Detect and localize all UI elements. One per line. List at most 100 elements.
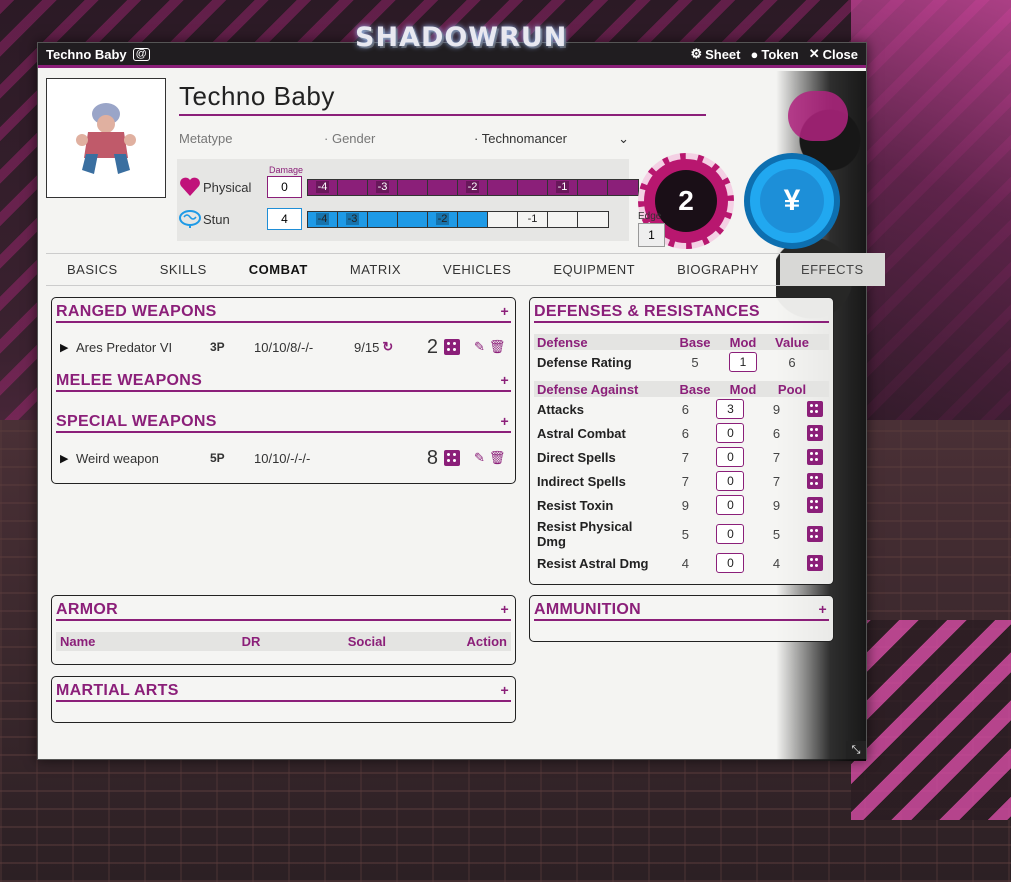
add-ammunition-button[interactable]: + (819, 601, 829, 619)
dice-icon[interactable] (444, 339, 460, 355)
expand-arrow-icon[interactable]: ▶ (60, 341, 76, 354)
stun-box[interactable] (548, 211, 578, 227)
physical-box-label: -2 (465, 181, 480, 193)
physical-box[interactable] (578, 179, 608, 195)
physical-box[interactable] (608, 179, 638, 195)
add-special-button[interactable]: + (501, 413, 511, 431)
reload-icon[interactable]: ↻ (382, 339, 393, 355)
physical-box[interactable] (518, 179, 548, 195)
dice-icon[interactable] (806, 473, 823, 489)
dice-icon[interactable] (806, 425, 823, 441)
gender-field[interactable]: · Gender (324, 131, 474, 147)
defense-mod-input[interactable]: 0 (716, 495, 745, 515)
tab-vehicles[interactable]: VEHICLES (422, 253, 532, 286)
metatype-field[interactable]: Metatype (179, 131, 324, 147)
stun-box[interactable]: -4 (308, 211, 338, 227)
dice-icon[interactable] (444, 450, 460, 466)
col-pool: Pool (777, 381, 807, 397)
trash-icon[interactable]: 🗑 (489, 339, 506, 355)
physical-box[interactable] (398, 179, 428, 195)
physical-row: Physical 0 -4 -3 -2 -1 (177, 176, 639, 198)
tab-effects[interactable]: EFFECTS (779, 253, 885, 286)
dice-icon[interactable] (806, 449, 823, 465)
physical-box-label: -1 (555, 181, 570, 193)
defense-pool: 7 (772, 449, 781, 465)
tab-combat[interactable]: COMBAT (228, 253, 329, 286)
type-select[interactable]: · Technomancer ⌄ (474, 131, 629, 147)
physical-box[interactable] (338, 179, 368, 195)
yen-icon: ¥ (760, 169, 824, 233)
stun-box[interactable]: -1 (518, 211, 548, 227)
trash-icon[interactable]: 🗑 (489, 450, 506, 466)
add-ranged-button[interactable]: + (501, 303, 511, 321)
portrait-image (76, 103, 136, 174)
dice-icon[interactable] (806, 526, 823, 542)
stun-box[interactable]: -2 (428, 211, 458, 227)
close-button[interactable]: ✕ Close (809, 46, 858, 62)
weapon-dv: 5P (210, 451, 225, 465)
nuyen-coin[interactable]: ¥ (744, 153, 840, 249)
physical-box[interactable]: -4 (308, 179, 338, 195)
gear-icon: ⚙ (690, 46, 703, 61)
stun-damage-input[interactable]: 4 (267, 208, 302, 230)
tab-matrix[interactable]: MATRIX (329, 253, 422, 286)
defense-base: 4 (681, 555, 689, 571)
defense-name: Indirect Spells (537, 473, 626, 489)
physical-box[interactable]: -2 (458, 179, 488, 195)
token-button[interactable]: ● Token (751, 47, 799, 62)
stun-box[interactable] (368, 211, 398, 227)
stun-track[interactable]: -4 -3 -2 -1 (307, 210, 609, 228)
physical-box[interactable] (488, 179, 518, 195)
special-weapons-title: SPECIAL WEAPONS (56, 413, 217, 430)
edge-label: Edge (638, 211, 662, 222)
edge-max-input[interactable]: 1 (638, 223, 665, 247)
stun-box[interactable] (398, 211, 428, 227)
resize-handle-icon[interactable]: ⤡ (846, 741, 866, 759)
stun-box[interactable] (458, 211, 488, 227)
dice-icon[interactable] (806, 401, 823, 417)
physical-box[interactable]: -1 (548, 179, 578, 195)
defense-mod-input[interactable]: 0 (716, 553, 745, 573)
tab-equipment[interactable]: EQUIPMENT (532, 253, 656, 286)
dice-icon[interactable] (806, 555, 823, 571)
at-icon: @ (132, 47, 150, 61)
tab-skills[interactable]: SKILLS (139, 253, 228, 286)
defense-mod-input[interactable]: 0 (716, 524, 745, 544)
ammunition-header: AMMUNITION + (534, 599, 829, 621)
defense-row: Resist Physical Dmg 5 0 5 (534, 519, 829, 549)
tab-biography[interactable]: BIOGRAPHY (656, 253, 780, 286)
melee-weapons-title: MELEE WEAPONS (56, 372, 203, 389)
defense-rating-mod-input[interactable]: 1 (729, 352, 757, 372)
weapon-row[interactable]: ▶ Weird weapon 5P 10/10/-/-/- 8 ✎ 🗑 (60, 446, 507, 470)
character-portrait[interactable] (46, 78, 166, 198)
defense-base: 6 (681, 401, 689, 417)
defense-base: 5 (681, 526, 689, 542)
defense-mod-input[interactable]: 0 (716, 471, 745, 491)
character-name[interactable]: Techno Baby (179, 81, 706, 116)
martial-arts-header: MARTIAL ARTS + (56, 680, 511, 702)
physical-track[interactable]: -4 -3 -2 -1 (307, 178, 639, 196)
edit-icon[interactable]: ✎ (474, 339, 485, 355)
add-armor-button[interactable]: + (501, 601, 511, 619)
stun-box-label: -3 (345, 213, 360, 225)
weapon-row[interactable]: ▶ Ares Predator VI 3P 10/10/8/-/- 9/15 ↻ … (60, 335, 507, 359)
col-action: Action (466, 634, 507, 649)
defense-name: Astral Combat (537, 425, 626, 441)
defense-mod-input[interactable]: 0 (716, 447, 745, 467)
stun-box[interactable] (578, 211, 608, 227)
edit-icon[interactable]: ✎ (474, 450, 485, 466)
add-melee-button[interactable]: + (501, 372, 511, 390)
physical-box[interactable] (428, 179, 458, 195)
expand-arrow-icon[interactable]: ▶ (60, 452, 76, 465)
tab-basics[interactable]: BASICS (46, 253, 139, 286)
dice-icon[interactable] (806, 497, 823, 513)
defense-mod-input[interactable]: 0 (716, 423, 745, 443)
defense-row: Resist Astral Dmg 4 0 4 (534, 551, 829, 575)
physical-damage-input[interactable]: 0 (267, 176, 302, 198)
defense-mod-input[interactable]: 3 (716, 399, 745, 419)
stun-box[interactable] (488, 211, 518, 227)
stun-box[interactable]: -3 (338, 211, 368, 227)
add-martial-arts-button[interactable]: + (501, 682, 511, 700)
sheet-button[interactable]: ⚙ Sheet (690, 46, 740, 62)
physical-box[interactable]: -3 (368, 179, 398, 195)
